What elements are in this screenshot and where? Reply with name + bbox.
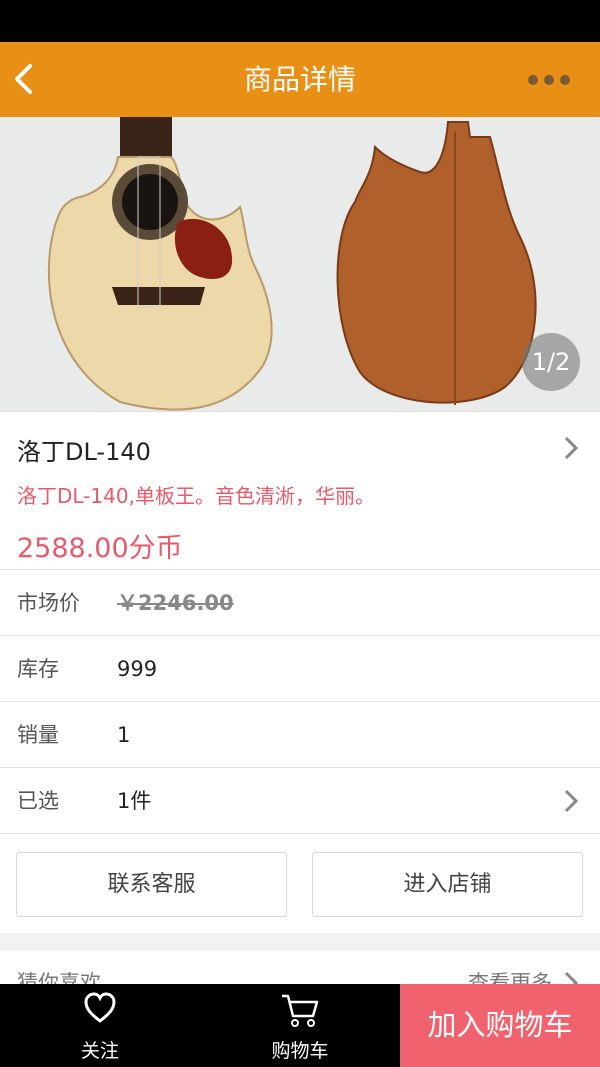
stock-label: 库存	[17, 657, 59, 681]
selected-label: 已选	[17, 789, 59, 813]
product-price: 2588.00分币	[17, 533, 183, 564]
follow-tab[interactable]: 关注	[0, 984, 200, 1067]
sales-value: 1	[117, 723, 131, 747]
shop-actions: 联系客服 进入店铺	[0, 833, 600, 933]
product-name: 洛丁DL-140	[17, 438, 151, 466]
sales-row: 销量 1	[0, 701, 600, 767]
header-bar: 商品详情	[0, 42, 600, 117]
cart-tab[interactable]: 购物车	[200, 984, 400, 1067]
follow-label: 关注	[80, 1040, 119, 1062]
stock-row: 库存 999	[0, 635, 600, 701]
selected-spec-row[interactable]: 已选 1件	[0, 767, 600, 833]
stock-value: 999	[117, 657, 158, 681]
cart-label: 购物车	[271, 1040, 329, 1062]
product-info[interactable]: 洛丁DL-140 洛丁DL-140,单板王。音色清淅，华丽。 2588.00分币	[0, 411, 600, 569]
status-bar	[0, 0, 600, 42]
add-to-cart-button[interactable]: 加入购物车	[400, 984, 600, 1067]
bottom-tab-bar: 关注 购物车 加入购物车	[0, 984, 600, 1067]
contact-service-button[interactable]: 联系客服	[16, 852, 287, 917]
guitar-image	[47, 117, 537, 411]
product-description: 洛丁DL-140,单板王。音色清淅，华丽。	[17, 484, 375, 508]
product-details: 市场价 ￥2246.00 库存 999 销量 1 已选 1件	[0, 569, 600, 833]
shopping-cart-icon	[282, 994, 319, 1027]
page-title: 商品详情	[243, 63, 356, 96]
market-price-value: ￥2246.00	[117, 591, 234, 615]
more-dots-icon	[528, 75, 538, 85]
image-page-indicator: 1/2	[522, 333, 580, 391]
heart-icon	[84, 992, 116, 1023]
selected-value: 1件	[117, 789, 152, 813]
sales-label: 销量	[17, 723, 59, 747]
enter-store-button[interactable]: 进入店铺	[312, 852, 583, 917]
market-price-label: 市场价	[17, 591, 80, 615]
more-options-button[interactable]	[528, 72, 572, 88]
chevron-right-icon	[564, 789, 579, 813]
market-price-row: 市场价 ￥2246.00	[0, 569, 600, 635]
product-image-carousel[interactable]: 1/2	[0, 117, 600, 411]
chevron-right-icon	[564, 436, 579, 460]
